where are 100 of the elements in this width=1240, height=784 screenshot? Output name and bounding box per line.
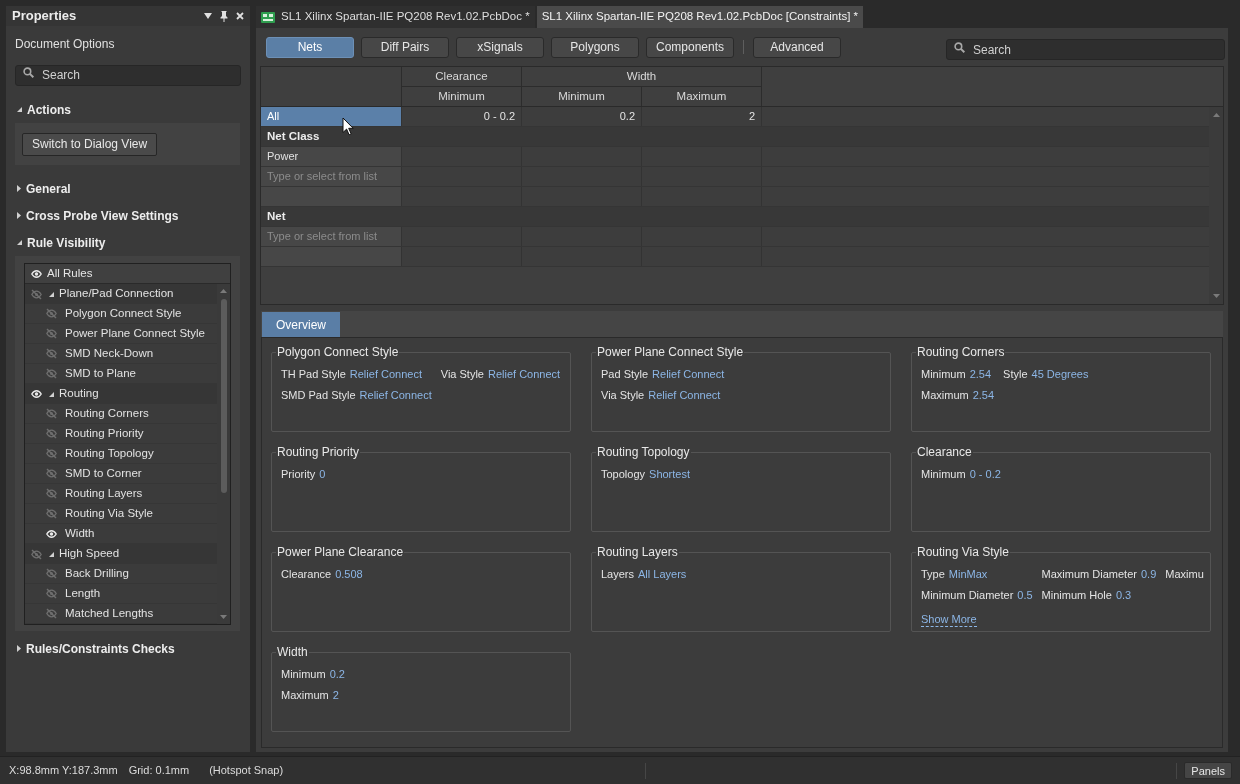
eye-slash-icon[interactable]	[46, 328, 57, 339]
section-header[interactable]: Actions	[15, 96, 71, 123]
card-title: Width	[276, 644, 309, 661]
status-text: (Hotspot Snap)	[209, 763, 284, 779]
column-header[interactable]: Maximum	[641, 87, 761, 106]
expanded-triangle-icon[interactable]	[49, 291, 54, 297]
eye-slash-icon[interactable]	[46, 608, 57, 619]
status-text: Grid: 0.1mm	[128, 763, 190, 779]
collapsed-triangle-icon[interactable]	[17, 212, 21, 219]
switch-view-button[interactable]: Switch to Dialog View	[22, 132, 158, 156]
dropdown-caret-icon[interactable]	[204, 13, 212, 19]
field-label: Style	[1003, 367, 1028, 383]
field-label: Topology	[601, 467, 646, 483]
eye-slash-icon[interactable]	[46, 348, 57, 359]
field-value: Relief Connect	[487, 367, 561, 383]
search-icon	[954, 41, 965, 53]
field-value: 0.9	[1140, 567, 1157, 583]
field-value: 0	[319, 467, 326, 483]
show-more-link[interactable]: Show More	[921, 613, 977, 627]
column-header[interactable]: Minimum	[401, 87, 521, 106]
object-type-button[interactable]: Components	[646, 36, 734, 58]
scroll-up-icon[interactable]	[1212, 113, 1220, 117]
field-label: Minimum	[921, 467, 966, 483]
card-title: Power Plane Connect Style	[596, 344, 745, 361]
field-value: Relief Connect	[652, 367, 725, 383]
expanded-triangle-icon[interactable]	[17, 107, 22, 112]
eye-slash-icon[interactable]	[46, 368, 57, 379]
field-label: Minimum	[281, 667, 326, 683]
scroll-down-icon[interactable]	[220, 615, 227, 619]
row-label-cell[interactable]: All	[261, 107, 401, 126]
eye-slash-icon[interactable]	[46, 308, 57, 319]
field-label: Maximum	[281, 688, 329, 704]
search-field[interactable]: Search	[15, 64, 241, 86]
close-icon[interactable]	[236, 12, 244, 20]
eye-slash-icon[interactable]	[46, 448, 57, 459]
field-label: Type	[921, 567, 945, 583]
field-label: Maximum	[921, 388, 969, 404]
field-value: All Layers	[638, 567, 687, 583]
row-label-cell[interactable]: Power	[261, 147, 401, 166]
eye-icon[interactable]	[46, 529, 57, 538]
select-field[interactable]: Type or select from list	[261, 227, 401, 246]
scroll-down-icon[interactable]	[1212, 294, 1220, 298]
eye-slash-icon[interactable]	[31, 288, 42, 300]
field-label: Clearance	[281, 567, 332, 583]
field-value: 45 Degrees	[1031, 367, 1089, 383]
section-header[interactable]: Cross Probe View Settings	[15, 202, 179, 229]
collapsed-triangle-icon[interactable]	[17, 645, 21, 652]
document-tab[interactable]: SL1 Xilinx Spartan-IIE PQ208 Rev1.02.PcbDoc *	[256, 6, 535, 28]
tree-group-item[interactable]: Plane/Pad Connection	[25, 284, 217, 304]
section-header[interactable]: General	[15, 175, 71, 202]
advanced-button[interactable]: Advanced	[753, 36, 841, 58]
status-text: X:98.8mm Y:187.3mm	[9, 763, 118, 779]
search-icon	[23, 67, 34, 78]
expanded-triangle-icon[interactable]	[49, 391, 54, 397]
select-field[interactable]: Type or select from list	[261, 167, 401, 186]
field-label: SMD Pad Style	[281, 388, 356, 404]
eye-icon[interactable]	[31, 269, 42, 278]
field-value: 0.508	[335, 567, 363, 583]
eye-slash-icon[interactable]	[46, 508, 57, 519]
eye-icon[interactable]	[31, 390, 42, 398]
document-tab[interactable]: SL1 Xilinx Spartan-IIE PQ208 Rev1.02.PcbDoc [Constraints] *	[536, 6, 864, 28]
search-field[interactable]: Search	[946, 39, 1225, 60]
scrollbar-thumb[interactable]	[220, 299, 227, 493]
overview-tab[interactable]: Overview	[262, 312, 340, 337]
card-title: Clearance	[916, 444, 973, 461]
scroll-up-icon[interactable]	[220, 289, 227, 293]
eye-slash-icon[interactable]	[46, 428, 57, 439]
field-value: 0.3	[1115, 588, 1132, 604]
column-header[interactable]: Minimum	[521, 87, 641, 106]
field-value: 2.54	[969, 367, 992, 383]
card-title: Routing Corners	[916, 344, 1006, 361]
tree-group-item[interactable]: Routing	[25, 384, 217, 404]
field-value: 0.2	[329, 667, 345, 683]
section-header[interactable]: Rules/Constraints Checks	[15, 635, 175, 662]
circuit-board-icon	[261, 11, 275, 23]
eye-slash-icon[interactable]	[46, 408, 57, 419]
column-group-header: Width	[521, 67, 761, 87]
field-value: MinMax	[948, 567, 988, 583]
object-type-button[interactable]: xSignals	[456, 36, 544, 58]
column-group-header: Clearance	[401, 67, 521, 87]
eye-slash-icon[interactable]	[31, 548, 42, 560]
eye-slash-icon[interactable]	[46, 568, 57, 579]
field-value: Relief Connect	[648, 388, 721, 404]
tree-root-item[interactable]: All Rules	[25, 264, 230, 284]
expanded-triangle-icon[interactable]	[49, 551, 54, 557]
pin-icon[interactable]	[220, 10, 228, 22]
collapsed-triangle-icon[interactable]	[17, 185, 21, 192]
object-type-button[interactable]: Nets	[266, 36, 354, 58]
object-type-button[interactable]: Polygons	[551, 36, 639, 58]
object-type-button[interactable]: Diff Pairs	[361, 36, 449, 58]
panels-button[interactable]: Panels	[1184, 762, 1232, 779]
tree-group-item[interactable]: High Speed	[25, 544, 217, 564]
eye-slash-icon[interactable]	[46, 588, 57, 599]
expanded-triangle-icon[interactable]	[17, 240, 22, 245]
field-label: Layers	[601, 567, 635, 583]
eye-slash-icon[interactable]	[46, 468, 57, 479]
field-label: Minimum Hole	[1041, 588, 1112, 604]
eye-slash-icon[interactable]	[46, 488, 57, 499]
card-title: Routing Via Style	[916, 544, 1010, 561]
section-header[interactable]: Rule Visibility	[15, 229, 106, 256]
